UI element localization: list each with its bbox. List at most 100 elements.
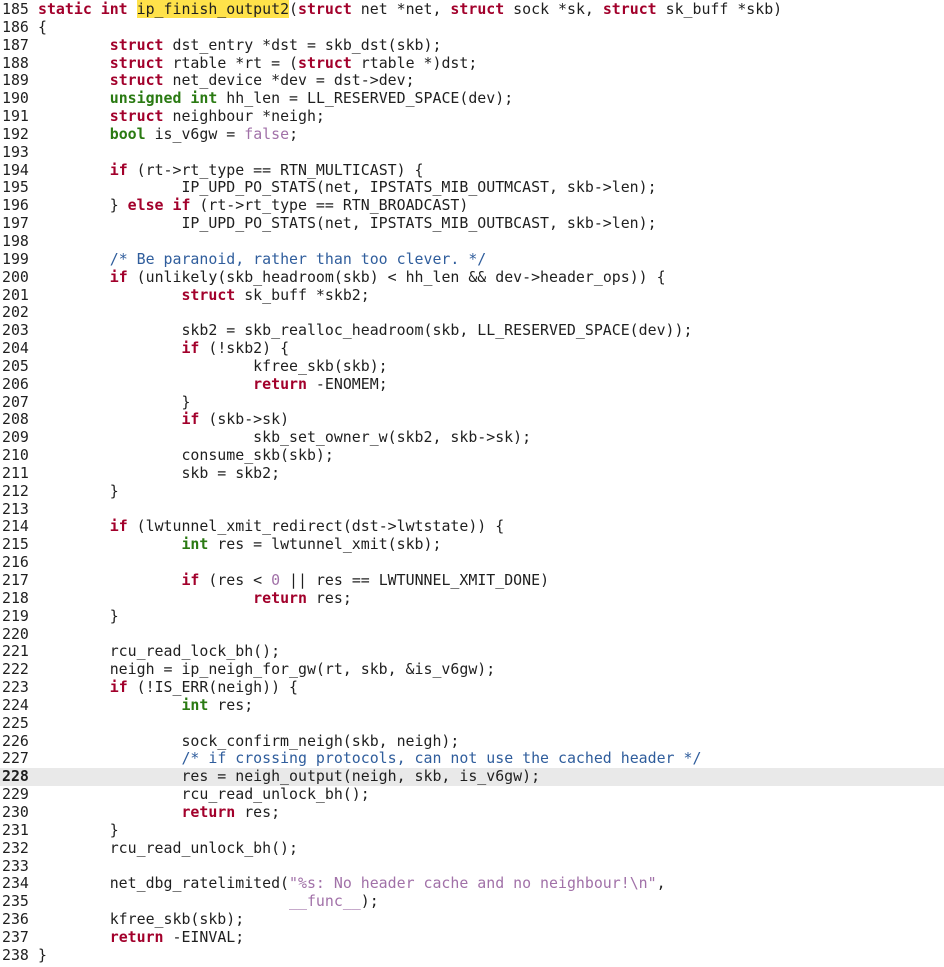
- code-text: neigh = ip_neigh_for_gw(rt, skb, &is_v6g…: [38, 660, 496, 679]
- line-number: 208: [2, 410, 29, 429]
- code-token: sk_buff *skb): [656, 0, 783, 18]
- line-number: 196: [2, 196, 29, 215]
- code-token: (rt->rt_type == RTN_BROADCAST): [190, 196, 469, 215]
- line-number: 201: [2, 285, 29, 304]
- code-line[interactable]: 228 res = neigh_output(neigh, skb, is_v6…: [0, 767, 944, 787]
- code-line[interactable]: 196 } else if (rt->rt_type == RTN_BROADC…: [0, 196, 944, 215]
- code-line[interactable]: 193: [0, 143, 944, 162]
- comment-token: /* if crossing protocols, can not use th…: [181, 749, 702, 768]
- code-line[interactable]: 198: [0, 232, 944, 251]
- code-token: neigh = ip_neigh_for_gw(rt, skb, &is_v6g…: [38, 660, 496, 679]
- code-text: res = neigh_output(neigh, skb, is_v6gw);: [38, 767, 540, 785]
- code-token: kfree_skb(skb);: [38, 910, 245, 929]
- code-line[interactable]: 229 rcu_read_unlock_bh();: [0, 785, 944, 804]
- keyword-token: else if: [127, 196, 191, 215]
- code-token: (rt->rt_type == RTN_MULTICAST) {: [127, 160, 424, 179]
- code-line[interactable]: 227 /* if crossing protocols, can not us…: [0, 750, 944, 768]
- code-token: net *net,: [351, 0, 451, 18]
- code-line[interactable]: 201 struct sk_buff *skb2;: [0, 285, 944, 305]
- code-line[interactable]: 185 static int ip_finish_output2(struct n…: [0, 0, 944, 19]
- code-line[interactable]: 194 if (rt->rt_type == RTN_MULTICAST) {: [0, 160, 944, 180]
- line-number: 200: [2, 267, 29, 286]
- code-line[interactable]: 191 struct neighbour *neigh;: [0, 107, 944, 126]
- code-line[interactable]: 220: [0, 625, 944, 644]
- keyword-token: struct: [450, 0, 505, 18]
- code-editor[interactable]: 185 static int ip_finish_output2(struct n…: [0, 0, 944, 967]
- code-line[interactable]: 213: [0, 500, 944, 519]
- code-line[interactable]: 212 }: [0, 482, 944, 501]
- code-line[interactable]: 226 sock_confirm_neigh(skb, neigh);: [0, 731, 944, 751]
- code-text: /* if crossing protocols, can not use th…: [38, 749, 702, 768]
- code-text: return res;: [38, 803, 280, 821]
- code-line[interactable]: 231 }: [0, 820, 944, 840]
- code-line[interactable]: 214 if (lwtunnel_xmit_redirect(dst->lwts…: [0, 518, 944, 536]
- code-text: kfree_skb(skb);: [38, 910, 244, 928]
- code-line[interactable]: 187 struct dst_entry *dst = skb_dst(skb)…: [0, 36, 944, 55]
- code-line[interactable]: 234 net_dbg_ratelimited("%s: No header c…: [0, 874, 944, 893]
- line-number: 237: [2, 927, 29, 946]
- code-line[interactable]: 200 if (unlikely(skb_headroom(skb) < hh_…: [0, 267, 944, 287]
- code-line[interactable]: 218 return res;: [0, 589, 944, 608]
- code-text: kfree_skb(skb);: [38, 357, 387, 375]
- code-token: }: [38, 392, 191, 411]
- code-token: }: [38, 606, 119, 625]
- keyword-token: if: [181, 339, 200, 358]
- keyword-token: if: [109, 678, 128, 697]
- code-line[interactable]: 205 kfree_skb(skb);: [0, 357, 944, 376]
- code-line[interactable]: 192 bool is_v6gw = false;: [0, 125, 944, 144]
- line-number: 238: [2, 945, 29, 964]
- code-line[interactable]: 237 return -EINVAL;: [0, 927, 944, 947]
- code-line[interactable]: 223 if (!IS_ERR(neigh)) {: [0, 678, 944, 697]
- keyword-token: struct: [109, 53, 164, 72]
- code-line[interactable]: 190 unsigned int hh_len = LL_RESERVED_SP…: [0, 89, 944, 108]
- literal-token: false: [244, 124, 290, 143]
- code-line[interactable]: 219 }: [0, 606, 944, 626]
- keyword-token: struct: [298, 53, 352, 72]
- line-number: 231: [2, 820, 29, 839]
- code-text: bool is_v6gw = false;: [38, 125, 298, 143]
- code-line[interactable]: 235 __func__);: [0, 892, 944, 911]
- code-line[interactable]: 238}: [0, 945, 944, 965]
- code-line[interactable]: 203 skb2 = skb_realloc_headroom(skb, LL_…: [0, 321, 944, 340]
- code-token: consume_skb(skb);: [38, 446, 334, 465]
- code-line[interactable]: 209 skb_set_owner_w(skb2, skb->sk);: [0, 428, 944, 447]
- code-line[interactable]: 195 IP_UPD_PO_STATS(net, IPSTATS_MIB_OUT…: [0, 179, 944, 197]
- code-line[interactable]: 236 kfree_skb(skb);: [0, 910, 944, 929]
- code-line[interactable]: 230 return res;: [0, 803, 944, 822]
- code-line[interactable]: 232 rcu_read_unlock_bh();: [0, 839, 944, 858]
- code-line[interactable]: 210 consume_skb(skb);: [0, 446, 944, 465]
- code-line[interactable]: 225: [0, 714, 944, 733]
- code-line[interactable]: 207 }: [0, 392, 944, 412]
- line-number: 195: [2, 178, 29, 197]
- code-line[interactable]: 202: [0, 303, 944, 322]
- line-number: 221: [2, 642, 29, 661]
- code-line[interactable]: 216: [0, 553, 944, 572]
- code-line[interactable]: 215 int res = lwtunnel_xmit(skb);: [0, 535, 944, 554]
- type-token: bool: [109, 124, 146, 143]
- code-line[interactable]: 199 /* Be paranoid, rather than too clev…: [0, 249, 944, 269]
- code-text: return -EINVAL;: [38, 928, 244, 946]
- code-line[interactable]: 224 int res;: [0, 696, 944, 715]
- comment-token: /* Be paranoid, rather than too clever. …: [109, 249, 487, 268]
- code-line[interactable]: 217 if (res < 0 || res == LWTUNNEL_XMIT_…: [0, 571, 944, 590]
- code-line[interactable]: 188 struct rtable *rt = (struct rtable *…: [0, 53, 944, 73]
- code-line[interactable]: 233: [0, 856, 944, 876]
- code-line[interactable]: 206 return -ENOMEM;: [0, 375, 944, 394]
- line-number: 233: [2, 856, 29, 875]
- code-line[interactable]: 189 struct net_device *dev = dst->dev;: [0, 71, 944, 90]
- code-line[interactable]: 186 {: [0, 18, 944, 37]
- code-line[interactable]: 211 skb = skb2;: [0, 464, 944, 483]
- code-token: (!skb2) {: [199, 339, 290, 358]
- code-line[interactable]: 221 rcu_read_lock_bh();: [0, 642, 944, 661]
- code-line[interactable]: 208 if (skb->sk): [0, 410, 944, 429]
- code-token: (skb->sk): [199, 410, 290, 429]
- code-token: sock_confirm_neigh(skb, neigh);: [38, 731, 460, 750]
- code-line[interactable]: 204 if (!skb2) {: [0, 339, 944, 358]
- code-line[interactable]: 197 IP_UPD_PO_STATS(net, IPSTATS_MIB_OUT…: [0, 214, 944, 233]
- code-line[interactable]: 222 neigh = ip_neigh_for_gw(rt, skb, &is…: [0, 660, 944, 679]
- code-token: rtable *rt = (: [163, 53, 299, 72]
- code-token: rtable *)dst;: [351, 53, 478, 72]
